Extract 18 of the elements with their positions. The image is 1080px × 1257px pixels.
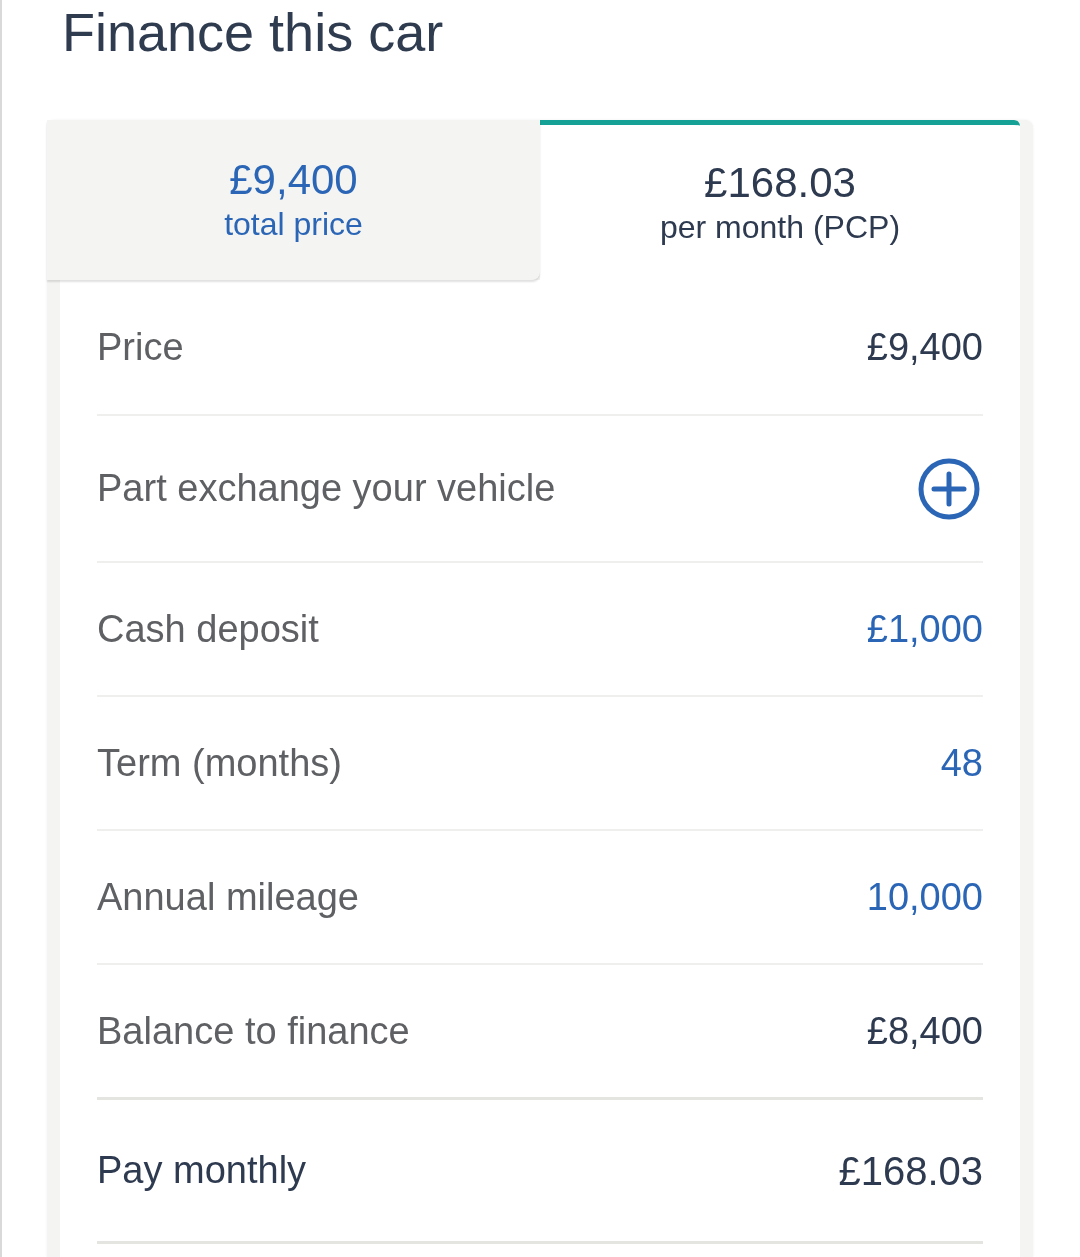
row-value: £9,400	[866, 324, 983, 370]
row-value-link[interactable]: £1,000	[866, 600, 983, 658]
page-title: Finance this car	[62, 1, 444, 64]
row-value-link[interactable]: 48	[940, 734, 983, 792]
row-label: Part exchange your vehicle	[97, 466, 556, 511]
row-label: Cash deposit	[97, 606, 319, 652]
plus-circle-icon	[918, 457, 980, 520]
row-label: Pay monthly	[97, 1148, 307, 1193]
price-tab[interactable]: £168.03 per month (PCP)	[540, 120, 1020, 280]
row-value: £168.03	[838, 1147, 983, 1195]
row-label: Price	[97, 324, 184, 370]
row-label: Balance to finance	[97, 1008, 410, 1054]
row-value: £8,400	[866, 1008, 983, 1054]
row-label: Annual mileage	[97, 874, 359, 920]
price-tab[interactable]: £9,400 total price	[47, 120, 540, 280]
add-button[interactable]	[918, 457, 980, 520]
row-value-link[interactable]: 10,000	[866, 868, 983, 926]
row-label: Term (months)	[97, 740, 342, 786]
